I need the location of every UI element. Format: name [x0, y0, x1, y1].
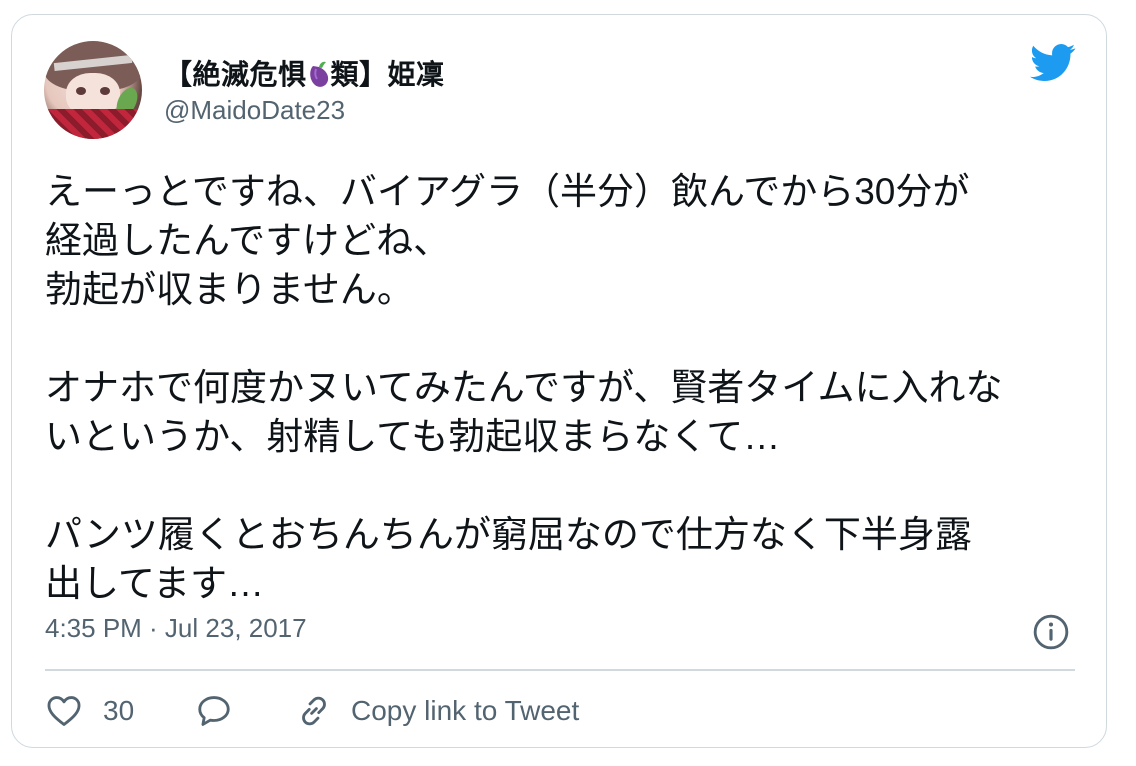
- author-handle[interactable]: @MaidoDate23: [164, 95, 345, 126]
- heart-icon: [47, 696, 81, 726]
- like-button[interactable]: 30: [45, 689, 134, 733]
- avatar-eye: [76, 87, 86, 95]
- tweet-actions: 30 Copy link to Tweet: [45, 689, 1085, 733]
- copy-link-button[interactable]: Copy link to Tweet: [295, 689, 579, 733]
- display-name-prefix: 【絶滅危惧: [164, 59, 307, 90]
- tweet-text: えーっとですね、バイアグラ（半分）飲んでから30分が 経過したんですけどね、 勃…: [45, 171, 1003, 604]
- copy-link-label: Copy link to Tweet: [351, 695, 580, 726]
- eggplant-icon: [309, 61, 328, 87]
- tweet-card[interactable]: 【絶滅危惧 類】姫凜 @MaidoDate23 えーっとですね、バイアグラ（半分）…: [11, 14, 1107, 748]
- author-display-name[interactable]: 【絶滅危惧 類】姫凜: [164, 53, 445, 93]
- link-icon: [302, 696, 326, 726]
- avatar[interactable]: [44, 41, 142, 139]
- like-count: 30: [103, 695, 135, 726]
- tweet-timestamp[interactable]: 4:35 PM · Jul 23, 2017: [45, 613, 307, 644]
- avatar-scarf: [44, 109, 142, 139]
- info-icon[interactable]: [1032, 613, 1070, 651]
- speech-bubble-icon[interactable]: [195, 692, 233, 730]
- display-name-suffix: 類】姫凜: [330, 59, 445, 90]
- twitter-bird-icon[interactable]: [1030, 43, 1076, 83]
- divider: [45, 669, 1075, 671]
- avatar-eye: [100, 87, 110, 95]
